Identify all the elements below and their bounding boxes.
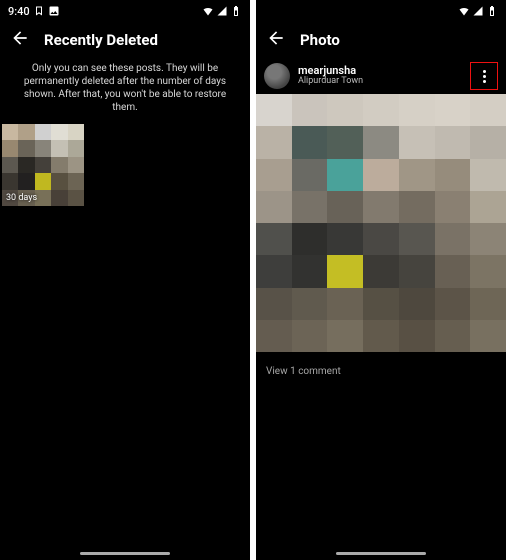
signal-icon xyxy=(472,5,484,17)
page-title: Recently Deleted xyxy=(44,31,158,49)
info-text: Only you can see these posts. They will … xyxy=(0,58,250,124)
location[interactable]: Alipurduar Town xyxy=(298,77,462,87)
back-icon[interactable] xyxy=(266,28,286,52)
wifi-icon xyxy=(202,5,214,17)
phone-photo-detail: Photo mearjunsha Alipurduar Town View 1 … xyxy=(256,0,506,560)
avatar[interactable] xyxy=(264,63,290,89)
post-image[interactable] xyxy=(256,94,506,352)
app-bar: Photo xyxy=(256,22,506,58)
status-time: 9:40 xyxy=(8,5,30,18)
more-options-button[interactable] xyxy=(470,62,498,90)
signal-icon xyxy=(216,5,228,17)
back-icon[interactable] xyxy=(10,28,30,52)
phone-recently-deleted: 9:40 Recently Deleted Only you can see t… xyxy=(0,0,250,560)
nfc-icon xyxy=(33,5,45,17)
days-label: 30 days xyxy=(6,193,37,203)
page-title: Photo xyxy=(300,31,340,49)
battery-icon xyxy=(486,5,498,17)
more-vertical-icon xyxy=(483,70,486,83)
battery-icon xyxy=(230,5,242,17)
deleted-thumbnail[interactable]: 30 days xyxy=(2,124,84,206)
post-header: mearjunsha Alipurduar Town xyxy=(256,58,506,94)
photo-icon xyxy=(48,5,60,17)
status-bar xyxy=(256,0,506,22)
home-indicator[interactable] xyxy=(336,552,426,555)
status-bar: 9:40 xyxy=(0,0,250,22)
app-bar: Recently Deleted xyxy=(0,22,250,58)
home-indicator[interactable] xyxy=(80,552,170,555)
wifi-icon xyxy=(458,5,470,17)
view-comments[interactable]: View 1 comment xyxy=(256,352,506,391)
